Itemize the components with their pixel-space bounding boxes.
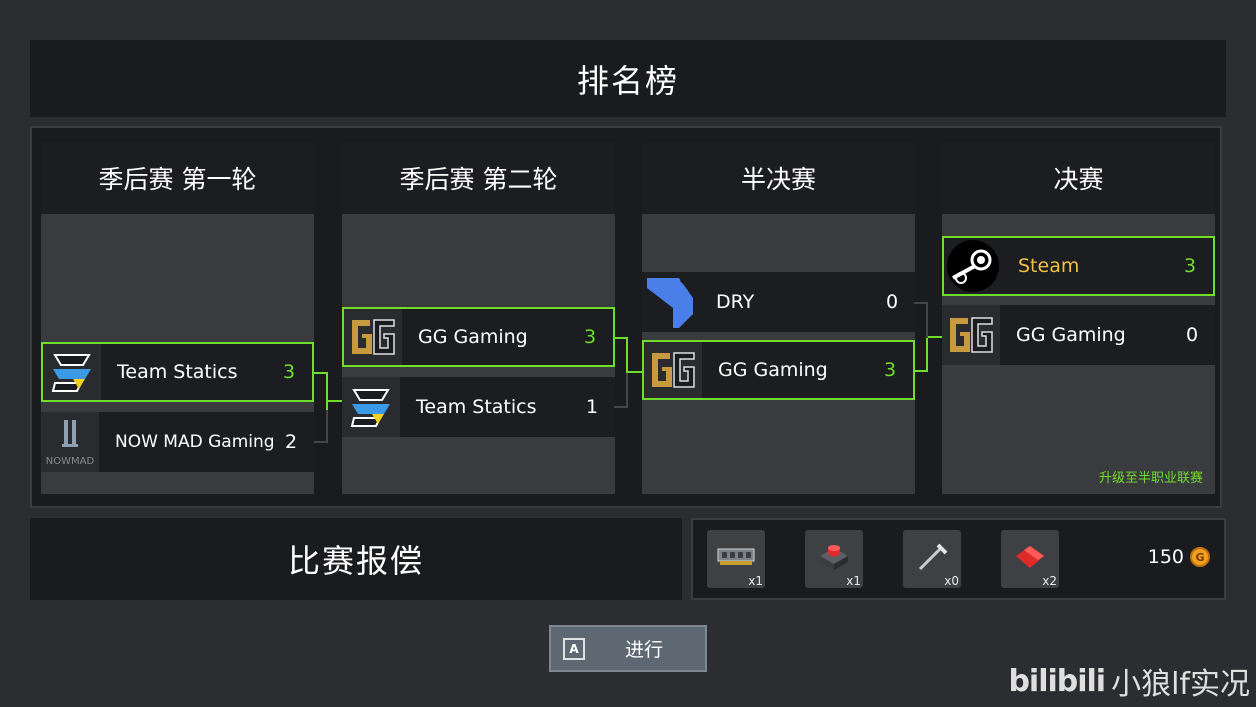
team-name: GG Gaming	[718, 359, 828, 381]
bracket-connector	[628, 371, 642, 375]
match-team-now-mad-gaming[interactable]: NOWMAD NOW MAD Gaming 2	[41, 412, 314, 472]
now-mad-logo-icon: NOWMAD	[41, 412, 99, 472]
match-team-gg-gaming[interactable]: GG Gaming 0	[942, 305, 1215, 365]
screwdriver-icon	[914, 539, 950, 579]
bracket-connector	[614, 373, 628, 408]
match-team-dry[interactable]: DRY 0	[642, 272, 915, 332]
team-score: 0	[1185, 324, 1199, 346]
match-team-gg-gaming[interactable]: GG Gaming 3	[342, 307, 615, 367]
coin-amount: 150	[1147, 546, 1184, 568]
item-quantity: x0	[944, 574, 959, 588]
column-semifinal: 半决赛 DRY 0 GG Gaming 3	[642, 142, 915, 494]
team-score: 1	[585, 396, 599, 418]
bracket-connector	[928, 336, 942, 340]
bracket-connector	[914, 302, 928, 338]
proceed-label: 进行	[625, 639, 664, 661]
item-quantity: x1	[748, 574, 763, 588]
gg-gaming-logo-icon	[344, 309, 402, 365]
team-name: Steam	[1018, 255, 1080, 277]
bracket-connector	[314, 410, 328, 443]
gg-gaming-logo-icon	[942, 305, 1000, 365]
a-key-icon: A	[563, 637, 585, 660]
team-statics-logo-icon	[342, 377, 400, 437]
steam-logo-icon	[944, 238, 1002, 294]
item-quantity: x1	[846, 574, 861, 588]
promotion-note: 升级至半职业联赛	[1098, 471, 1203, 486]
coin-reward: 150 G	[1148, 546, 1210, 568]
team-score: 3	[583, 326, 597, 348]
proceed-button[interactable]: A 进行	[549, 625, 707, 672]
team-score: 0	[885, 291, 899, 313]
watermark-text: 小狼lf实况	[1111, 667, 1250, 702]
ram-chip-icon	[716, 545, 756, 573]
team-score: 3	[282, 361, 296, 383]
bracket-connector	[914, 338, 928, 372]
match-team-team-statics[interactable]: Team Statics 3	[41, 342, 314, 402]
column-final: 决赛 Steam 3 GG Gaming 0 升级至半职业联赛	[942, 142, 1215, 494]
match-team-steam[interactable]: Steam 3	[942, 236, 1215, 296]
watermark: bilibili 小狼lf实况	[1008, 659, 1250, 703]
leaderboard-title: 排名榜	[30, 40, 1226, 117]
team-name: Team Statics	[117, 361, 238, 383]
rewards-title: 比赛报偿	[30, 518, 682, 600]
reward-item-cloth[interactable]: x2	[1001, 530, 1059, 588]
match-team-gg-gaming[interactable]: GG Gaming 3	[642, 340, 915, 400]
column-title: 季后赛 第二轮	[342, 142, 615, 214]
bracket-connector	[614, 337, 628, 373]
column-title: 决赛	[942, 142, 1215, 214]
red-cloth-icon	[1012, 542, 1048, 576]
column-playoff-round1: 季后赛 第一轮 Team Statics 3 NOWMAD NOW MAD Ga…	[41, 142, 314, 494]
arcade-button-icon	[816, 542, 852, 576]
team-score: 2	[284, 431, 298, 453]
reward-item-button[interactable]: x1	[805, 530, 863, 588]
coin-icon: G	[1190, 547, 1210, 567]
gg-gaming-logo-icon	[644, 342, 702, 398]
team-name: NOW MAD Gaming	[115, 432, 275, 452]
match-team-team-statics[interactable]: Team Statics 1	[342, 377, 615, 437]
team-name: Team Statics	[416, 396, 537, 418]
team-score: 3	[883, 359, 897, 381]
reward-item-ram[interactable]: x1	[707, 530, 765, 588]
rewards-panel: x1 x1 x0 x2 150 G	[691, 518, 1226, 600]
team-statics-logo-icon	[43, 344, 101, 400]
team-name: GG Gaming	[1016, 324, 1126, 346]
column-title: 季后赛 第一轮	[41, 142, 314, 214]
team-name: GG Gaming	[418, 326, 528, 348]
svg-text:NOWMAD: NOWMAD	[46, 456, 95, 467]
bracket-connector	[314, 372, 328, 410]
team-name: DRY	[716, 291, 755, 313]
column-title: 半决赛	[642, 142, 915, 214]
team-score: 3	[1183, 255, 1197, 277]
bilibili-logo: bilibili	[1008, 663, 1106, 699]
reward-item-screwdriver[interactable]: x0	[903, 530, 961, 588]
dry-logo-icon	[642, 272, 700, 332]
column-playoff-round2: 季后赛 第二轮 GG Gaming 3 Team Statics 1	[342, 142, 615, 494]
item-quantity: x2	[1042, 574, 1057, 588]
bracket-connector	[328, 400, 342, 410]
